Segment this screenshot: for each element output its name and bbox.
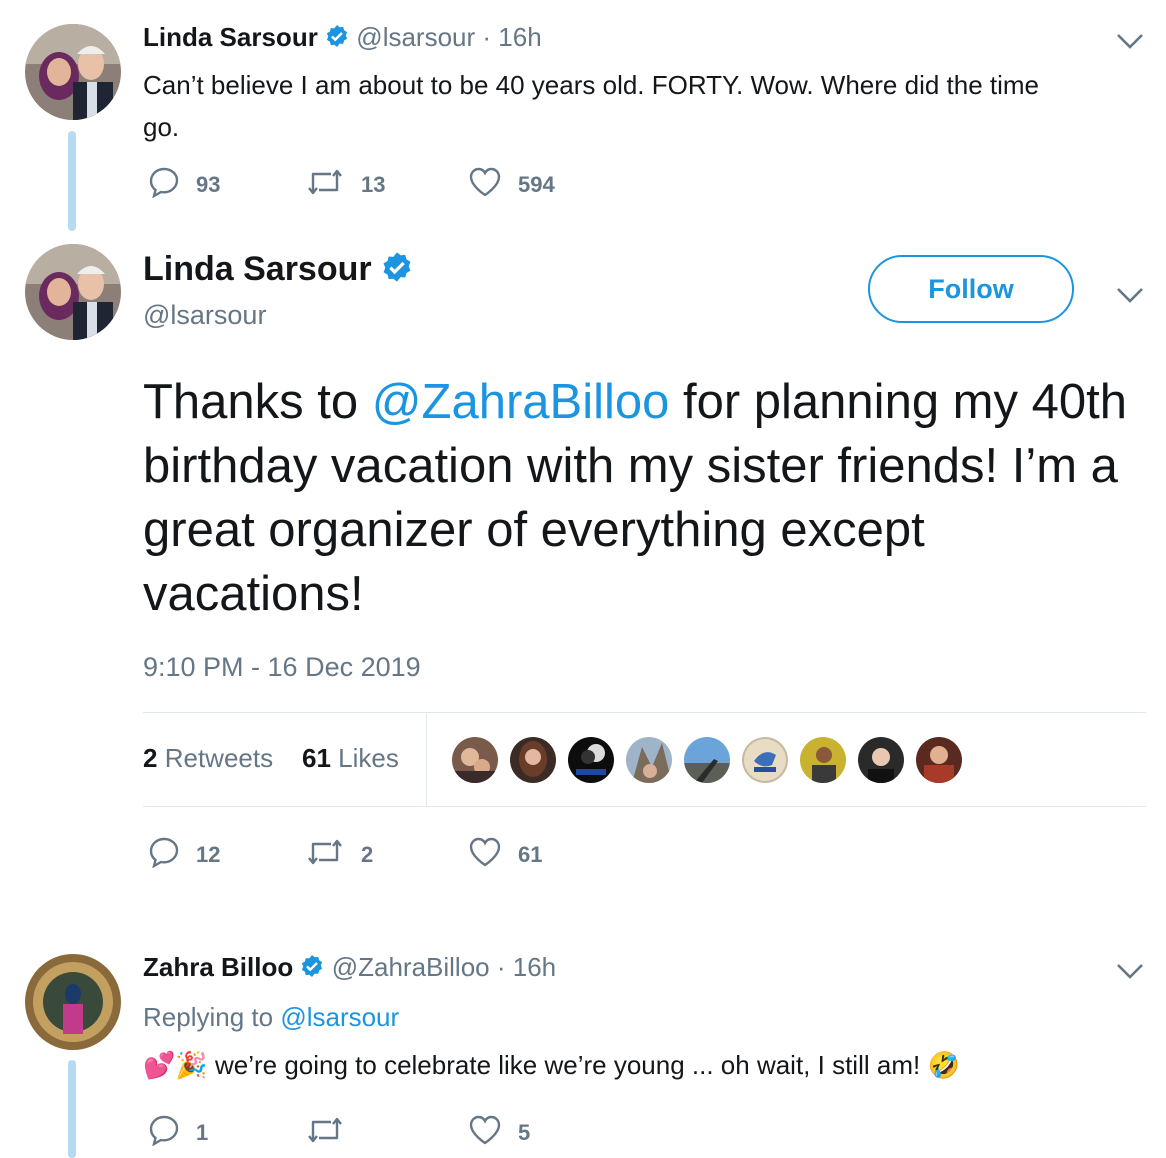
heart-icon (468, 166, 518, 204)
reply-count: 93 (196, 172, 221, 197)
liker-avatar[interactable] (858, 737, 904, 783)
reply-icon (148, 166, 196, 204)
liker-avatar[interactable] (568, 737, 614, 783)
retweets-stat[interactable]: 2 Retweets (143, 743, 273, 774)
emoji: 🤣 (927, 1050, 960, 1080)
avatar-linda-sarsour[interactable] (25, 244, 121, 340)
tweet-time[interactable]: · 16h (482, 22, 541, 52)
like-button[interactable]: 61 (468, 836, 542, 874)
follow-button[interactable]: Follow (868, 255, 1074, 323)
thread-line (68, 1060, 76, 1158)
retweet-count: 13 (361, 172, 386, 197)
emoji: 💕🎉 (143, 1050, 208, 1080)
likes-stat-count: 61 (302, 743, 331, 773)
liker-avatar[interactable] (510, 737, 556, 783)
liker-avatar[interactable] (742, 737, 788, 783)
reply-icon (148, 836, 196, 874)
liker-avatar[interactable] (800, 737, 846, 783)
chevron-down-icon[interactable] (1115, 962, 1145, 980)
retweet-button[interactable]: 2 (305, 836, 373, 874)
tweet1-text: Can’t believe I am about to be 40 years … (143, 64, 1133, 148)
verified-badge-icon (300, 954, 324, 985)
liker-avatar[interactable] (684, 737, 730, 783)
retweet-icon (305, 1114, 361, 1152)
retweet-icon (305, 166, 361, 204)
liker-avatar[interactable] (626, 737, 672, 783)
tweet1-header: Linda Sarsour @lsarsour · 16h (143, 22, 542, 55)
tweet1-text-line2: go. (143, 112, 180, 142)
author-name[interactable]: Zahra Billoo (143, 952, 293, 982)
like-count: 61 (518, 842, 543, 867)
like-button[interactable]: 5 (468, 1114, 530, 1152)
chevron-down-icon[interactable] (1115, 286, 1145, 304)
tweet1-text-line1: Can’t believe I am about to be 40 years … (143, 70, 1040, 100)
tweet-timestamp[interactable]: 9:10 PM - 16 Dec 2019 (143, 652, 421, 683)
replying-to: Replying to @lsarsour (143, 1002, 399, 1033)
author-name[interactable]: Linda Sarsour (143, 250, 372, 288)
reply-icon (148, 1114, 196, 1152)
replying-to-link[interactable]: @lsarsour (280, 1002, 399, 1032)
retweets-stat-count: 2 (143, 743, 158, 773)
like-button[interactable]: 594 (468, 166, 555, 204)
reply-count: 12 (196, 842, 221, 867)
divider (143, 806, 1146, 807)
like-count: 594 (518, 172, 555, 197)
author-handle[interactable]: @lsarsour (356, 22, 475, 52)
main-author-name-row: Linda Sarsour (143, 250, 413, 292)
avatar-linda-sarsour[interactable] (25, 24, 121, 120)
reply-button[interactable]: 93 (148, 166, 220, 204)
reply-tweet-text: 💕🎉 we’re going to celebrate like we’re y… (143, 1050, 960, 1081)
reply-button[interactable]: 1 (148, 1114, 208, 1152)
heart-icon (468, 836, 518, 874)
tweet-time[interactable]: · 16h (497, 952, 556, 982)
liker-avatar[interactable] (916, 737, 962, 783)
retweet-icon (305, 836, 361, 874)
heart-icon (468, 1114, 518, 1152)
divider (143, 712, 1146, 713)
main-tweet-text: Thanks to @ZahraBilloo for planning my 4… (143, 370, 1143, 626)
reply-header: Zahra Billoo @ZahraBilloo · 16h (143, 952, 556, 985)
mention-link[interactable]: @ZahraBilloo (372, 375, 670, 429)
likes-stat[interactable]: 61 Likes (302, 743, 399, 774)
replying-to-label: Replying to (143, 1002, 281, 1032)
author-handle[interactable]: @ZahraBilloo (332, 952, 490, 982)
retweets-stat-label: Retweets (164, 743, 274, 773)
like-count: 5 (518, 1120, 531, 1145)
retweet-count: 2 (361, 842, 374, 867)
retweet-button[interactable] (305, 1114, 361, 1152)
liker-avatar[interactable] (452, 737, 498, 783)
retweet-button[interactable]: 13 (305, 166, 385, 204)
author-handle[interactable]: @lsarsour (143, 300, 266, 331)
likes-stat-label: Likes (338, 743, 399, 773)
reply-button[interactable]: 12 (148, 836, 220, 874)
avatar-zahra-billoo[interactable] (25, 954, 121, 1050)
author-name[interactable]: Linda Sarsour (143, 22, 318, 52)
verified-badge-icon (381, 251, 413, 292)
divider (426, 713, 427, 806)
thread-line (68, 131, 76, 231)
reply-count: 1 (196, 1120, 209, 1145)
tweet-text-part: Thanks to (143, 375, 372, 429)
verified-badge-icon (325, 24, 349, 55)
tweet-text-part: we’re going to celebrate like we’re youn… (207, 1050, 921, 1080)
chevron-down-icon[interactable] (1115, 32, 1145, 50)
